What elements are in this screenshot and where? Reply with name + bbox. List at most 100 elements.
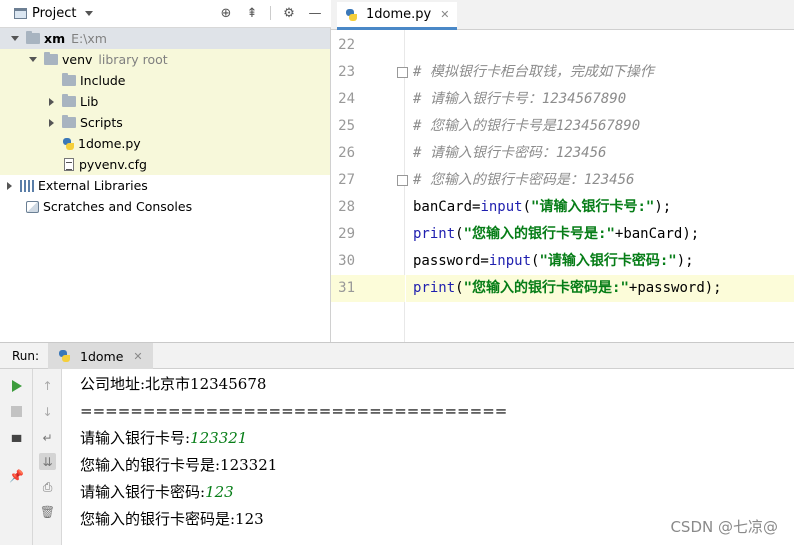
console-line: 公司地址:北京市12345678	[80, 371, 266, 398]
console-line: 请输入银行卡号:123321	[80, 425, 247, 452]
close-icon[interactable]: ✕	[440, 8, 449, 21]
run-tab-1dome[interactable]: 1dome ✕	[48, 343, 153, 369]
tree-item-label: Scratches and Consoles	[43, 199, 193, 214]
chevron-down-icon	[85, 11, 94, 16]
toolbar-divider	[270, 6, 271, 20]
console-user-input: 123	[205, 483, 234, 501]
scratches-icon	[26, 200, 39, 213]
editor-tab-1dome-py[interactable]: 1dome.py ✕	[337, 2, 458, 30]
code-text: );	[676, 253, 694, 269]
code-editor: 1dome.py ✕ 22 23 24 25 26 27 28 29 30 31 # 模拟银行卡柜…	[331, 0, 794, 342]
tree-item-pyvenv-cfg[interactable]: pyvenv.cfg	[0, 154, 330, 175]
down-arrow-button[interactable]: ↓	[39, 403, 56, 420]
code-comment: # 您输入的银行卡号是1234567890	[413, 118, 641, 134]
console-line: ==================================	[80, 398, 507, 425]
code-keyword: print	[413, 280, 456, 296]
code-line: print("您输入的银行卡密码是:"+password);	[406, 275, 794, 302]
code-text: (	[455, 226, 464, 242]
console-line: 请输入银行卡密码:123	[80, 479, 234, 506]
code-text: );	[654, 199, 672, 215]
line-number: 24	[338, 91, 355, 107]
layout-icon: ▀	[11, 434, 22, 449]
line-number: 27	[338, 172, 355, 188]
tree-item-label: Scripts	[80, 115, 123, 130]
tree-item-lib[interactable]: Lib	[0, 91, 330, 112]
python-file-icon	[58, 349, 70, 363]
console-text: 您输入的银行卡号是:123321	[80, 456, 278, 474]
rerun-button[interactable]	[8, 377, 25, 394]
tree-item-label: External Libraries	[38, 178, 148, 193]
code-text: +banCard);	[614, 226, 700, 242]
close-icon[interactable]: ✕	[133, 350, 142, 363]
code-text: +password);	[628, 280, 722, 296]
tree-item-external-libraries[interactable]: External Libraries	[0, 175, 330, 196]
code-line: # 您输入的银行卡密码是：123456	[406, 167, 794, 194]
config-file-icon	[64, 158, 74, 171]
code-text: (	[455, 280, 464, 296]
code-line: # 您输入的银行卡号是1234567890	[406, 113, 794, 140]
code-line: banCard=input("请输入银行卡号:");	[406, 194, 794, 221]
tree-item-venv[interactable]: venv library root	[0, 49, 330, 70]
console-text: 公司地址:北京市12345678	[80, 375, 267, 393]
line-number: 26	[338, 145, 355, 161]
code-area[interactable]: # 模拟银行卡柜台取钱，完成如下操作 # 请输入银行卡号：1234567890 # …	[406, 30, 794, 342]
layout-button[interactable]: ▀	[8, 433, 25, 450]
folder-icon	[62, 94, 76, 107]
run-tab-label: 1dome	[80, 348, 124, 364]
clear-button[interactable]: 🗑	[39, 503, 56, 520]
line-number: 23	[338, 64, 355, 80]
code-text: password=	[413, 253, 489, 269]
console-text: 请输入银行卡密码:	[80, 483, 206, 501]
python-file-icon	[62, 137, 74, 151]
folder-icon	[62, 115, 76, 128]
code-comment: # 模拟银行卡柜台取钱，完成如下操作	[413, 64, 654, 80]
line-number: 28	[338, 199, 355, 215]
up-arrow-button[interactable]: ↑	[39, 377, 56, 394]
tree-item-1dome-py[interactable]: 1dome.py	[0, 133, 330, 154]
line-number-gutter: 22 23 24 25 26 27 28 29 30 31	[331, 30, 408, 342]
chevron-down-icon[interactable]	[11, 36, 19, 41]
tree-item-xm[interactable]: xm E:\xm	[0, 28, 330, 49]
line-number: 31	[338, 280, 355, 296]
wrap-icon: ↵	[42, 430, 53, 445]
tree-item-scripts[interactable]: Scripts	[0, 112, 330, 133]
chevron-right-icon[interactable]	[48, 118, 54, 127]
code-string: "您输入的银行卡号是:"	[463, 226, 615, 242]
tree-item-include[interactable]: Include	[0, 70, 330, 91]
chevron-right-icon[interactable]	[48, 97, 54, 106]
collapse-all-icon[interactable]: ⇞	[244, 5, 260, 21]
tree-item-label: Include	[80, 73, 126, 88]
tree-item-label: Lib	[80, 94, 99, 109]
line-number: 25	[338, 118, 355, 134]
code-comment: # 请输入银行卡号：1234567890	[413, 91, 627, 107]
soft-wrap-button[interactable]: ↵	[39, 429, 56, 446]
tree-item-label: pyvenv.cfg	[79, 157, 147, 172]
pin-button[interactable]: 📌	[8, 467, 25, 484]
gear-icon[interactable]: ⚙	[281, 5, 297, 21]
code-line: # 请输入银行卡密码：123456	[406, 140, 794, 167]
code-keyword: input	[488, 253, 532, 269]
locate-target-icon[interactable]: ⊕	[218, 5, 234, 21]
project-tree: xm E:\xm venv library root Include Lib S…	[0, 28, 330, 342]
arrow-up-icon: ↑	[42, 378, 53, 393]
scroll-to-end-button[interactable]: ⇊	[39, 453, 56, 470]
code-line: # 模拟银行卡柜台取钱，完成如下操作	[406, 59, 794, 86]
code-string: "请输入银行卡密码:"	[539, 253, 677, 269]
line-number: 30	[338, 253, 355, 269]
line-number: 29	[338, 226, 355, 242]
stop-button[interactable]	[8, 403, 25, 420]
tree-item-scratches[interactable]: Scratches and Consoles	[0, 196, 330, 217]
library-icon	[20, 179, 34, 192]
scroll-end-icon: ⇊	[42, 454, 53, 469]
project-view-selector[interactable]: Project	[14, 6, 94, 21]
tree-item-path: E:\xm	[71, 31, 107, 46]
print-button[interactable]: ⎙	[39, 479, 56, 496]
project-panel-header: Project ⊕ ⇞ ⚙ —	[0, 0, 331, 28]
chevron-down-icon[interactable]	[29, 57, 37, 62]
chevron-right-icon[interactable]	[6, 181, 12, 190]
stop-icon	[11, 406, 22, 417]
minimize-icon[interactable]: —	[307, 5, 323, 21]
run-toolbar-secondary: ↑ ↓ ↵ ⇊ ⎙ 🗑	[33, 369, 62, 545]
tree-item-label: 1dome.py	[78, 136, 141, 151]
folder-icon	[62, 73, 76, 86]
